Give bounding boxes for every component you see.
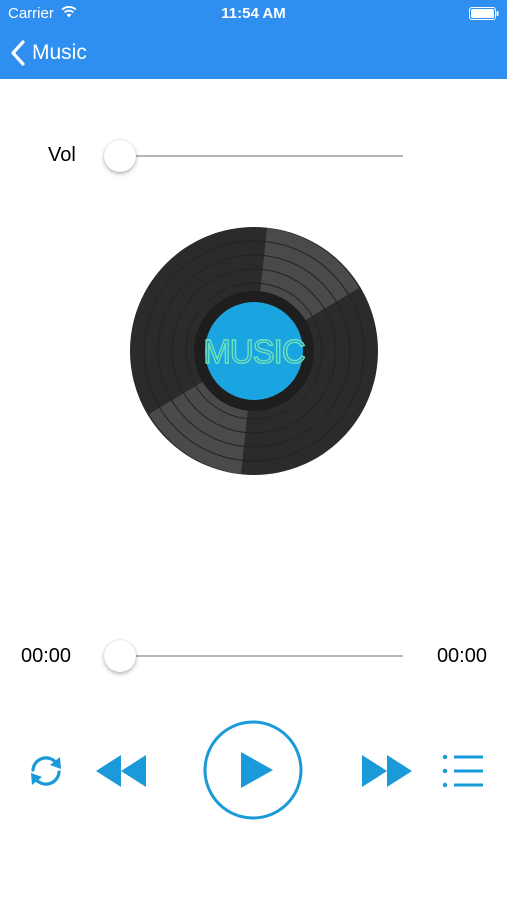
progress-slider[interactable]	[104, 640, 403, 672]
progress-slider-thumb[interactable]	[104, 640, 136, 672]
battery-icon	[469, 7, 499, 20]
play-icon	[203, 720, 303, 820]
repeat-icon	[31, 756, 61, 786]
rewind-icon	[96, 755, 146, 787]
header-bar: Carrier 11:54 AM Music	[0, 0, 507, 79]
current-time: 00:00	[21, 645, 72, 667]
navigation-bar: Music	[0, 28, 507, 79]
vinyl-record-image: MUSIC	[130, 227, 378, 475]
total-time: 00:00	[436, 645, 487, 667]
play-button[interactable]	[203, 720, 303, 820]
playlist-button[interactable]	[442, 753, 484, 789]
chevron-left-icon	[11, 40, 25, 66]
status-bar: Carrier 11:54 AM	[0, 0, 507, 28]
back-label: Music	[32, 41, 87, 64]
volume-slider[interactable]	[104, 140, 403, 172]
repeat-button[interactable]	[24, 749, 68, 793]
status-time: 11:54 AM	[221, 5, 286, 22]
playlist-icon	[442, 754, 483, 788]
fast-forward-icon	[362, 755, 412, 787]
fast-forward-button[interactable]	[360, 752, 414, 790]
volume-label: Vol	[48, 144, 76, 166]
volume-slider-thumb[interactable]	[104, 140, 136, 172]
rewind-button[interactable]	[94, 752, 148, 790]
back-button[interactable]: Music	[10, 38, 87, 68]
record-label-text: MUSIC	[203, 333, 305, 370]
